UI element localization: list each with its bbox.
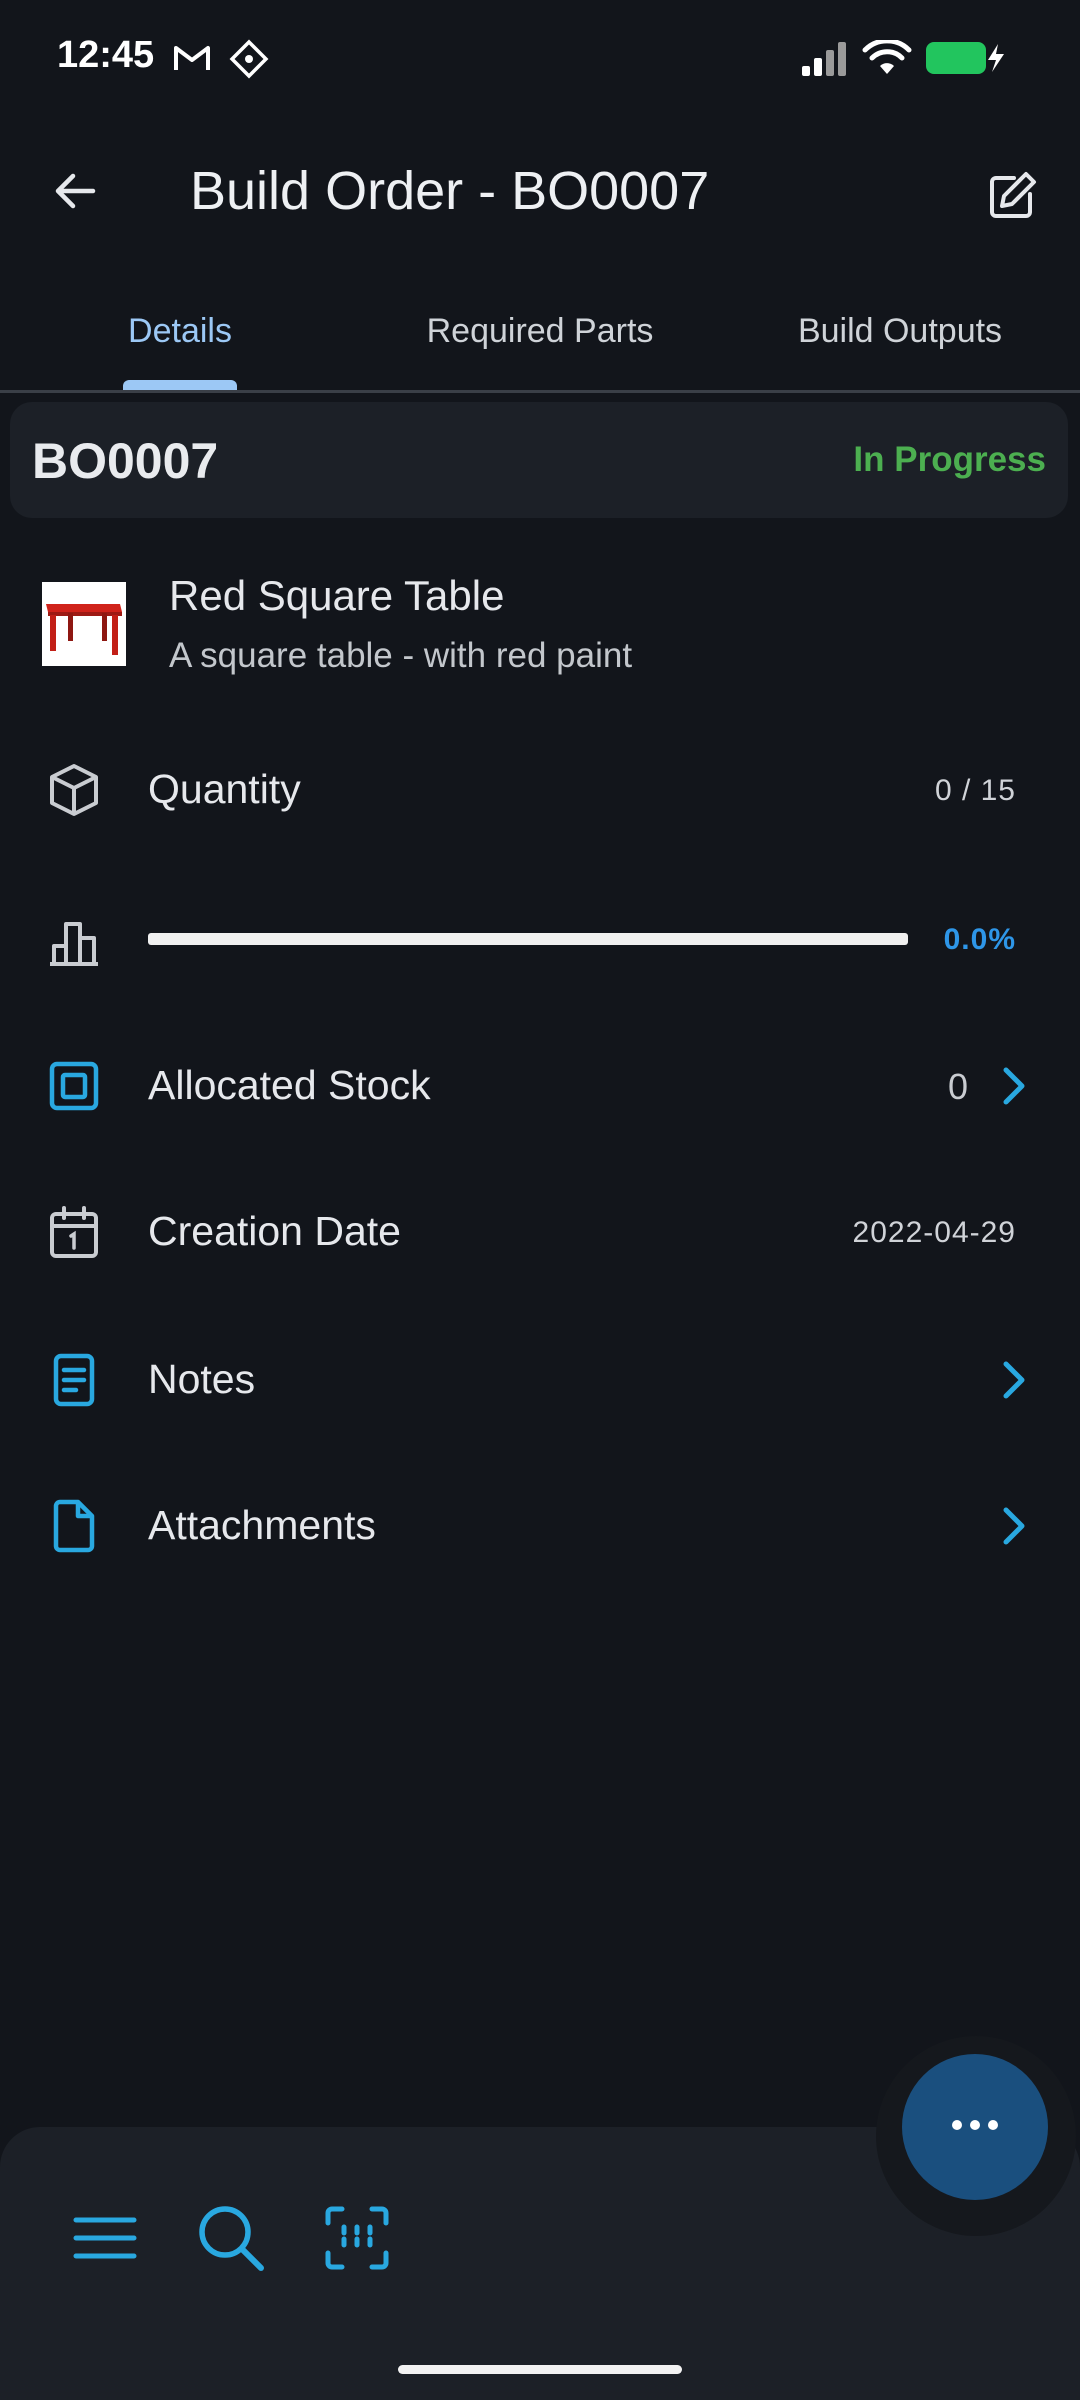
part-row[interactable]: Red Square Table A square table - with r… — [0, 560, 1080, 680]
tab-indicator — [123, 380, 237, 390]
creation-date-row: Creation Date 2022-04-29 — [0, 1172, 1080, 1292]
menu-button[interactable] — [60, 2195, 150, 2285]
app-bar: Build Order - BO0007 — [0, 118, 1080, 266]
creation-date-label: Creation Date — [148, 1208, 401, 1254]
tab-build-outputs[interactable]: Build Outputs — [720, 272, 1080, 390]
progress-row: 0.0% — [0, 880, 1080, 1000]
progress-bar — [148, 933, 908, 945]
allocated-stock-value: 0 — [947, 1066, 968, 1107]
edit-button[interactable] — [972, 158, 1052, 238]
scan-button[interactable] — [312, 2195, 402, 2285]
progress-percent: 0.0% — [943, 923, 1016, 956]
menu-icon — [70, 2208, 140, 2273]
attachments-row[interactable]: Attachments — [0, 1466, 1080, 1586]
calendar-icon — [44, 1202, 104, 1262]
actions-fab[interactable] — [902, 2054, 1048, 2200]
allocated-stock-row[interactable]: Allocated Stock 0 — [0, 1026, 1080, 1146]
signal-icon — [800, 40, 850, 81]
gmail-icon — [172, 38, 212, 83]
notes-row[interactable]: Notes — [0, 1320, 1080, 1440]
quantity-row: Quantity 0 / 15 — [0, 730, 1080, 850]
tab-details[interactable]: Details — [0, 272, 360, 390]
search-button[interactable] — [186, 2195, 276, 2285]
page-title: Build Order - BO0007 — [190, 161, 710, 221]
chevron-right-icon — [992, 1502, 1036, 1550]
arrow-left-icon — [51, 167, 99, 220]
more-horizontal-icon — [950, 2118, 1000, 2137]
back-button[interactable] — [40, 158, 110, 228]
part-description: A square table - with red paint — [169, 636, 633, 675]
notes-icon — [44, 1350, 104, 1410]
file-icon — [44, 1496, 104, 1556]
wifi-icon — [862, 38, 912, 81]
barcode-scan-icon — [322, 2203, 392, 2278]
tab-required-parts[interactable]: Required Parts — [360, 272, 720, 390]
status-badge: In Progress — [853, 440, 1046, 479]
part-name: Red Square Table — [169, 572, 505, 619]
red-table-image — [42, 582, 126, 666]
box-icon — [44, 760, 104, 820]
chevron-right-icon — [992, 1062, 1036, 1110]
notes-label: Notes — [148, 1356, 256, 1402]
chevron-right-icon — [992, 1356, 1036, 1404]
order-reference: BO0007 — [32, 433, 219, 489]
tab-bar: Details Required Parts Build Outputs — [0, 272, 1080, 393]
quantity-value: 0 / 15 — [934, 774, 1016, 807]
app-icon — [228, 38, 270, 85]
creation-date-value: 2022-04-29 — [852, 1216, 1016, 1249]
home-indicator — [398, 2365, 682, 2374]
bar-chart-icon — [44, 910, 104, 970]
quantity-label: Quantity — [148, 766, 301, 812]
stock-icon — [44, 1056, 104, 1116]
edit-icon — [984, 168, 1040, 229]
allocated-stock-label: Allocated Stock — [148, 1062, 431, 1108]
attachments-label: Attachments — [148, 1502, 376, 1548]
order-header-card: BO0007 In Progress — [10, 402, 1068, 518]
status-bar: 12:45 — [0, 0, 1080, 118]
battery-charging-icon — [924, 40, 1008, 81]
search-icon — [193, 2200, 269, 2281]
status-time: 12:45 — [57, 34, 155, 76]
